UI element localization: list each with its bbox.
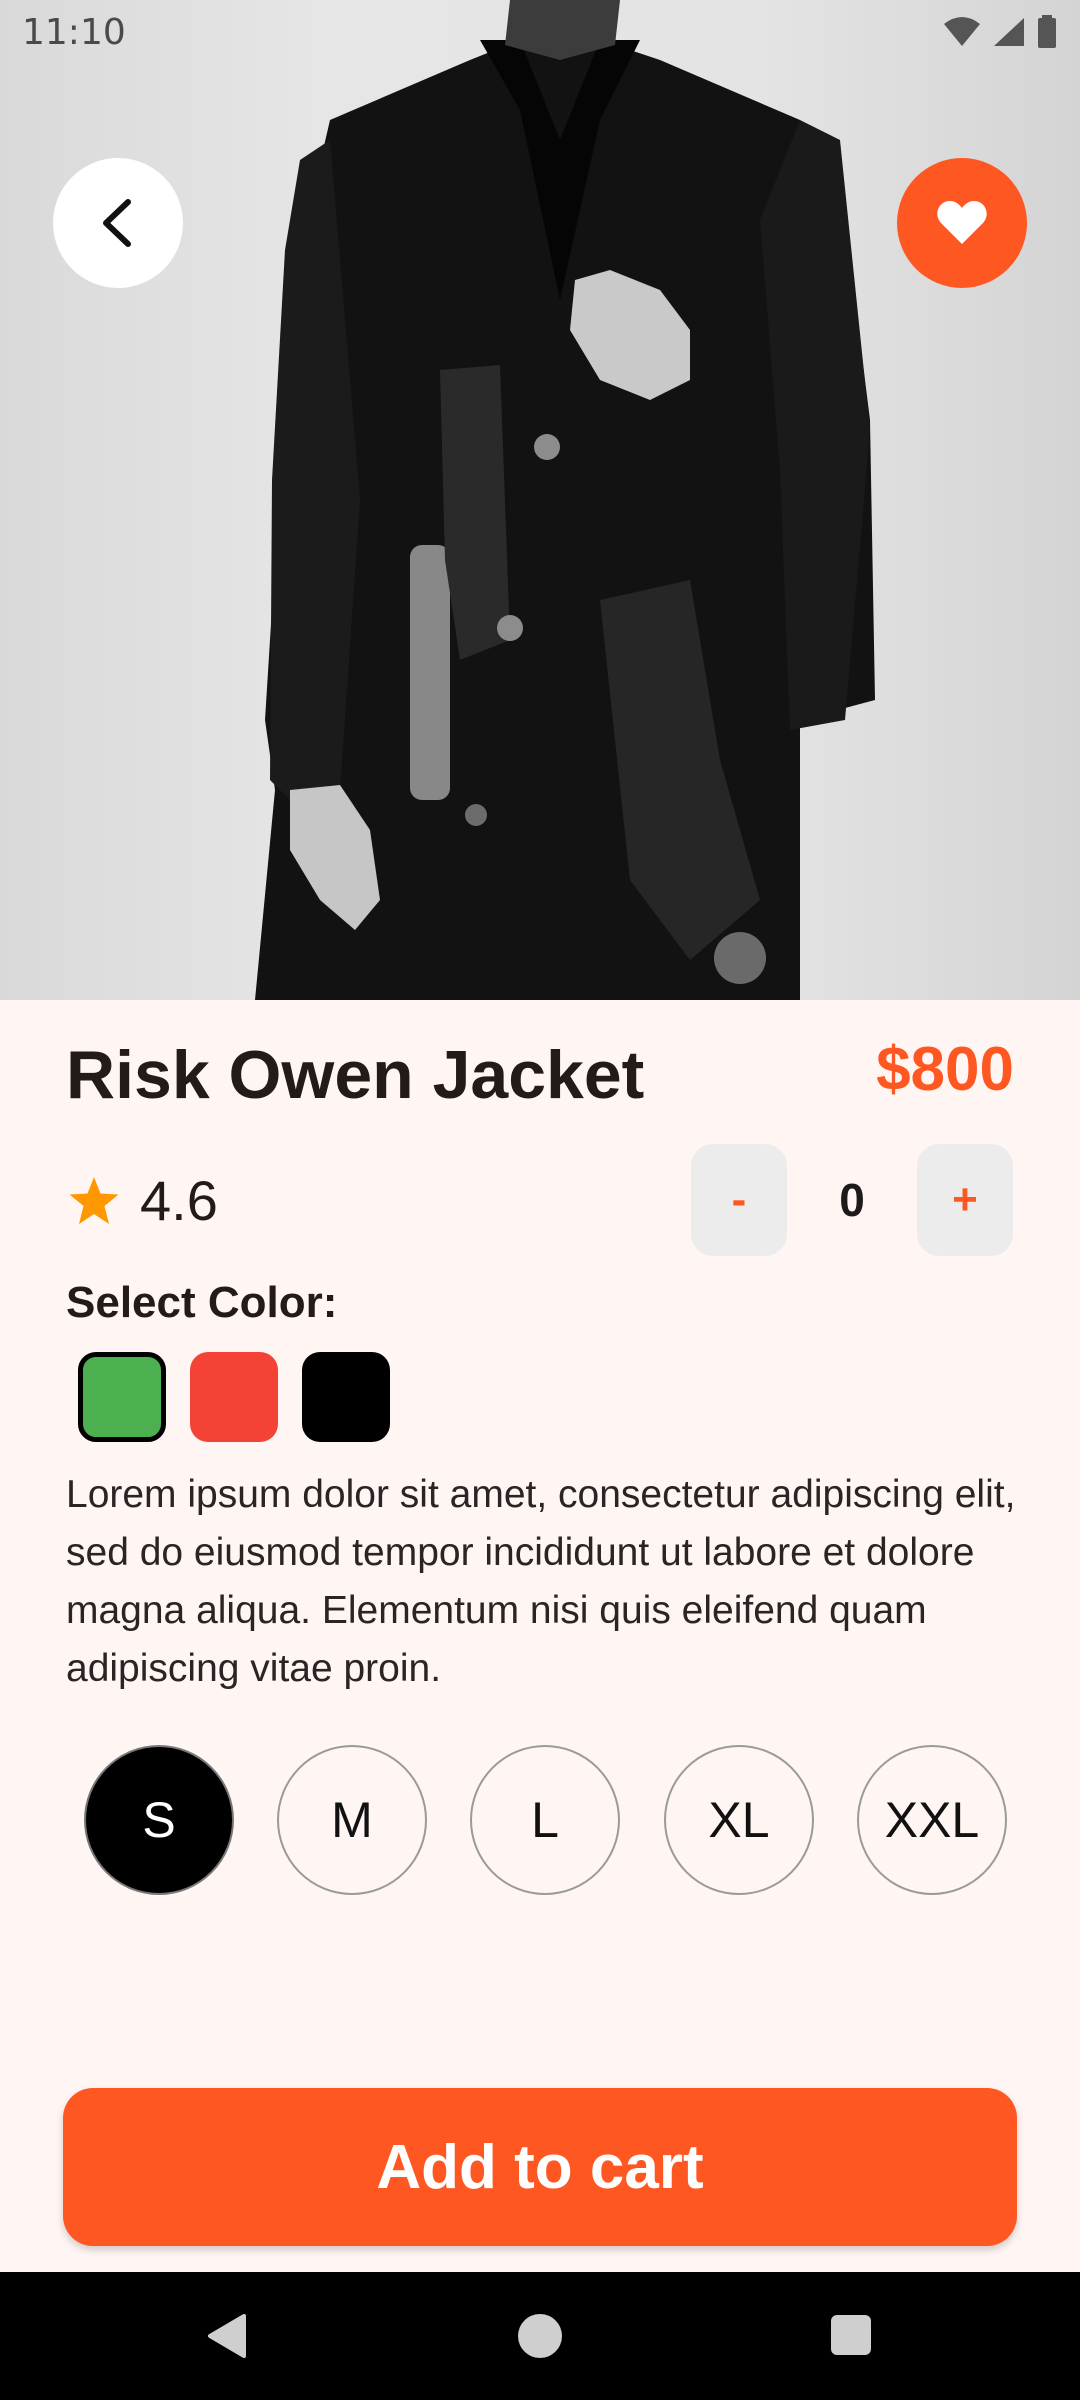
- nav-recents-button[interactable]: [830, 2314, 872, 2356]
- product-price: $800: [876, 1035, 1014, 1104]
- size-option-xl[interactable]: XL: [664, 1745, 814, 1895]
- wifi-icon: [944, 17, 980, 46]
- color-swatch-green[interactable]: [78, 1352, 166, 1442]
- color-swatch-red[interactable]: [190, 1352, 278, 1442]
- back-triangle-icon: [208, 2314, 246, 2358]
- signal-icon: [994, 18, 1024, 46]
- product-photo: [255, 0, 875, 1000]
- chevron-left-icon: [103, 199, 131, 247]
- quantity-increase-button[interactable]: +: [917, 1144, 1013, 1256]
- product-description: Lorem ipsum dolor sit amet, consectetur …: [66, 1473, 1016, 1690]
- color-swatch-black[interactable]: [302, 1352, 390, 1442]
- size-option-s[interactable]: S: [84, 1745, 234, 1895]
- rating-value: 4.6: [140, 1169, 218, 1232]
- home-circle-icon: [518, 2314, 562, 2358]
- quantity-value: 0: [839, 1174, 865, 1226]
- nav-home-button[interactable]: [516, 2312, 564, 2360]
- product-image: 11:10: [0, 0, 1080, 1000]
- size-option-xxl[interactable]: XXL: [857, 1745, 1007, 1895]
- back-button[interactable]: [53, 158, 183, 288]
- product-title: Risk Owen Jacket: [66, 1037, 645, 1113]
- battery-icon: [1038, 15, 1056, 48]
- star-icon: [69, 1176, 119, 1224]
- status-icons: [942, 15, 1058, 49]
- size-option-l[interactable]: L: [470, 1745, 620, 1895]
- system-nav-bar: [0, 2272, 1080, 2400]
- heart-icon: [937, 201, 987, 244]
- nav-back-button[interactable]: [204, 2312, 248, 2360]
- rating: 4.6: [68, 1168, 218, 1233]
- recents-square-icon: [831, 2315, 871, 2355]
- favorite-button[interactable]: [897, 158, 1027, 288]
- status-bar: 11:10: [0, 0, 1080, 64]
- size-option-m[interactable]: M: [277, 1745, 427, 1895]
- status-time: 11:10: [22, 11, 126, 53]
- add-to-cart-button[interactable]: Add to cart: [63, 2088, 1017, 2246]
- select-color-label: Select Color:: [66, 1278, 338, 1327]
- quantity-decrease-button[interactable]: -: [691, 1144, 787, 1256]
